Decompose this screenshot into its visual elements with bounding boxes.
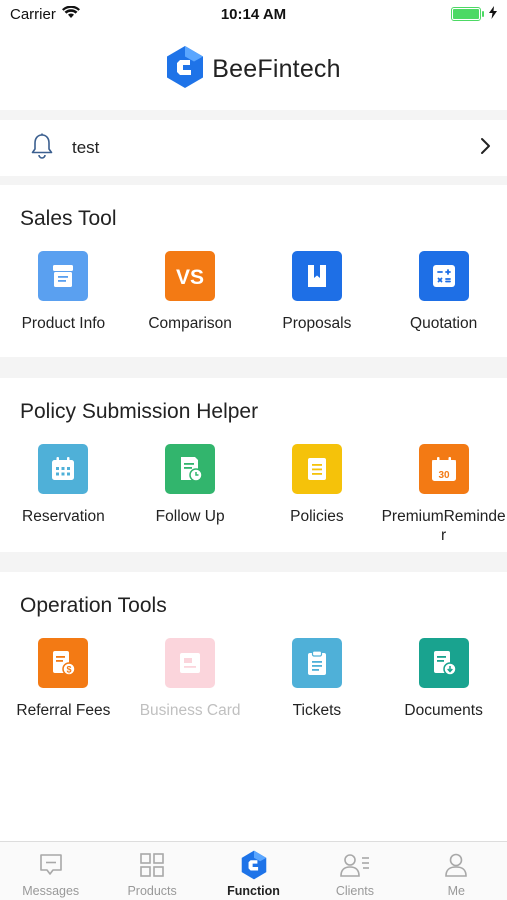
tool-reservation[interactable]: Reservation xyxy=(0,444,127,545)
tool-label: Comparison xyxy=(148,315,232,332)
status-bar: Carrier 10:14 AM xyxy=(0,0,507,28)
section-policy-submission-helper: Policy Submission Helper Reservation Foll… xyxy=(0,378,507,552)
section-title: Policy Submission Helper xyxy=(20,400,259,423)
tool-proposals[interactable]: Proposals xyxy=(254,251,381,333)
tool-product-info[interactable]: Product Info xyxy=(0,251,127,333)
tool-grid: $ Referral Fees Business Card Tickets Docume… xyxy=(0,638,507,720)
tab-bar: Messages Products Function Clients Me xyxy=(0,841,507,900)
section-sales-tool: Sales Tool Product Info VS Comparison Propo… xyxy=(0,185,507,357)
tool-follow-up[interactable]: Follow Up xyxy=(127,444,254,545)
message-icon xyxy=(37,850,65,880)
document-clock-icon xyxy=(165,444,216,494)
tab-label: Clients xyxy=(335,884,375,898)
tool-label: Product Info xyxy=(21,315,106,332)
document-download-icon xyxy=(418,638,469,688)
svg-text:30: 30 xyxy=(438,470,450,481)
section-title: Sales Tool xyxy=(20,207,117,230)
tool-label: Documents xyxy=(404,702,483,719)
tab-products[interactable]: Products xyxy=(101,842,202,900)
tab-function[interactable]: Function xyxy=(203,842,304,900)
calendar-icon xyxy=(38,444,89,494)
tool-quotation[interactable]: Quotation xyxy=(380,251,507,333)
battery-icon xyxy=(451,7,484,21)
tool-referral-fees[interactable]: $ Referral Fees xyxy=(0,638,127,720)
book-icon xyxy=(291,251,342,301)
charging-icon xyxy=(489,5,497,23)
app-header: BeeFintech xyxy=(0,28,507,110)
brand-name: BeeFintech xyxy=(212,54,341,83)
grid-icon xyxy=(138,850,166,880)
tool-label: Follow Up xyxy=(155,508,225,525)
tab-messages[interactable]: Messages xyxy=(0,842,101,900)
document-icon xyxy=(291,444,342,494)
notification-row[interactable]: test xyxy=(0,120,507,176)
clipboard-icon xyxy=(291,638,342,688)
status-left: Carrier xyxy=(10,5,80,23)
brand-logo-icon xyxy=(241,850,267,880)
tool-label: Business Card xyxy=(139,702,241,719)
tool-label: PremiumReminder xyxy=(381,508,506,544)
tab-label: Messages xyxy=(22,884,80,898)
tool-label: Referral Fees xyxy=(16,702,111,719)
wifi-icon xyxy=(61,5,80,23)
tool-label: Proposals xyxy=(282,315,352,332)
brand-logo-icon xyxy=(166,45,204,94)
svg-text:$: $ xyxy=(67,665,72,675)
calendar-30-icon: 30 xyxy=(418,444,469,494)
clients-icon xyxy=(339,850,371,880)
tool-tickets[interactable]: Tickets xyxy=(254,638,381,720)
bell-icon xyxy=(30,133,54,164)
tool-label: Policies xyxy=(290,508,344,525)
status-right xyxy=(451,5,497,23)
tool-grid: Reservation Follow Up Policies 30 PremiumRem… xyxy=(0,444,507,545)
tab-label: Products xyxy=(127,884,177,898)
tab-me[interactable]: Me xyxy=(406,842,507,900)
vs-icon: VS xyxy=(165,251,216,301)
tab-label: Me xyxy=(447,884,466,898)
tab-label: Function xyxy=(227,884,280,898)
section-title: Operation Tools xyxy=(20,594,167,617)
tab-clients[interactable]: Clients xyxy=(304,842,405,900)
tool-business-card[interactable]: Business Card xyxy=(127,638,254,720)
tool-grid: Product Info VS Comparison Proposals Quotati… xyxy=(0,251,507,333)
tool-label: Reservation xyxy=(22,508,105,525)
person-icon xyxy=(442,850,470,880)
section-operation-tools: Operation Tools $ Referral Fees Business C… xyxy=(0,572,507,841)
notification-text: test xyxy=(72,138,100,157)
tool-label: Quotation xyxy=(410,315,478,332)
calculator-icon xyxy=(418,251,469,301)
document-dollar-icon: $ xyxy=(38,638,89,688)
product-info-icon xyxy=(38,251,89,301)
carrier-label: Carrier xyxy=(10,5,56,23)
tool-premiumreminder[interactable]: 30 PremiumReminder xyxy=(380,444,507,545)
svg-text:VS: VS xyxy=(176,266,204,288)
tool-documents[interactable]: Documents xyxy=(380,638,507,720)
tool-label: Tickets xyxy=(292,702,342,719)
tool-policies[interactable]: Policies xyxy=(254,444,381,545)
tool-comparison[interactable]: VS Comparison xyxy=(127,251,254,333)
chevron-right-icon xyxy=(479,137,491,160)
business-card-icon xyxy=(165,638,216,688)
